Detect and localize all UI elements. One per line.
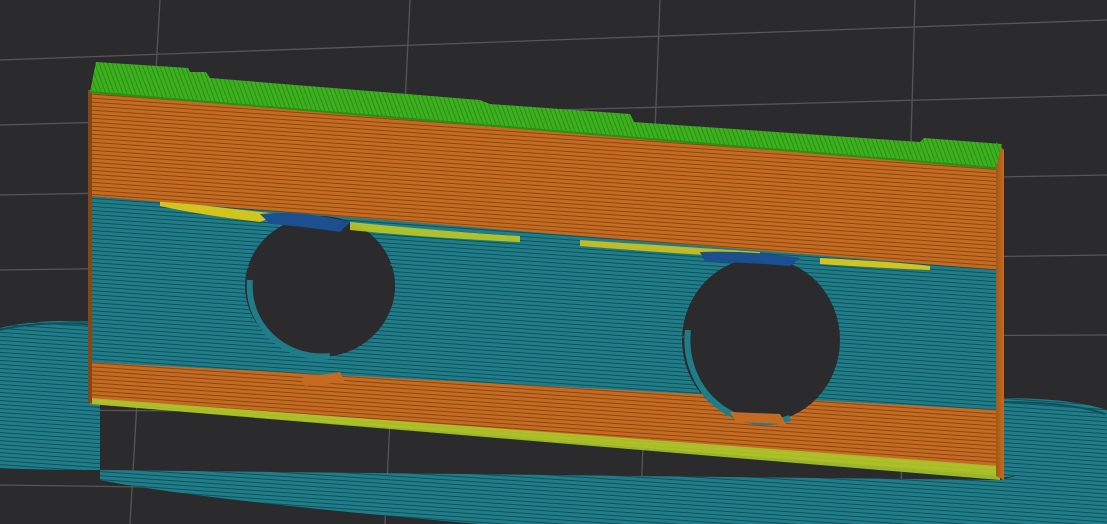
grid-line bbox=[0, 19, 1107, 61]
3d-viewport[interactable] bbox=[0, 0, 1107, 524]
sliced-model-preview[interactable] bbox=[0, 0, 1107, 524]
part-right-face bbox=[996, 142, 1004, 480]
printed-part[interactable] bbox=[88, 62, 1004, 480]
